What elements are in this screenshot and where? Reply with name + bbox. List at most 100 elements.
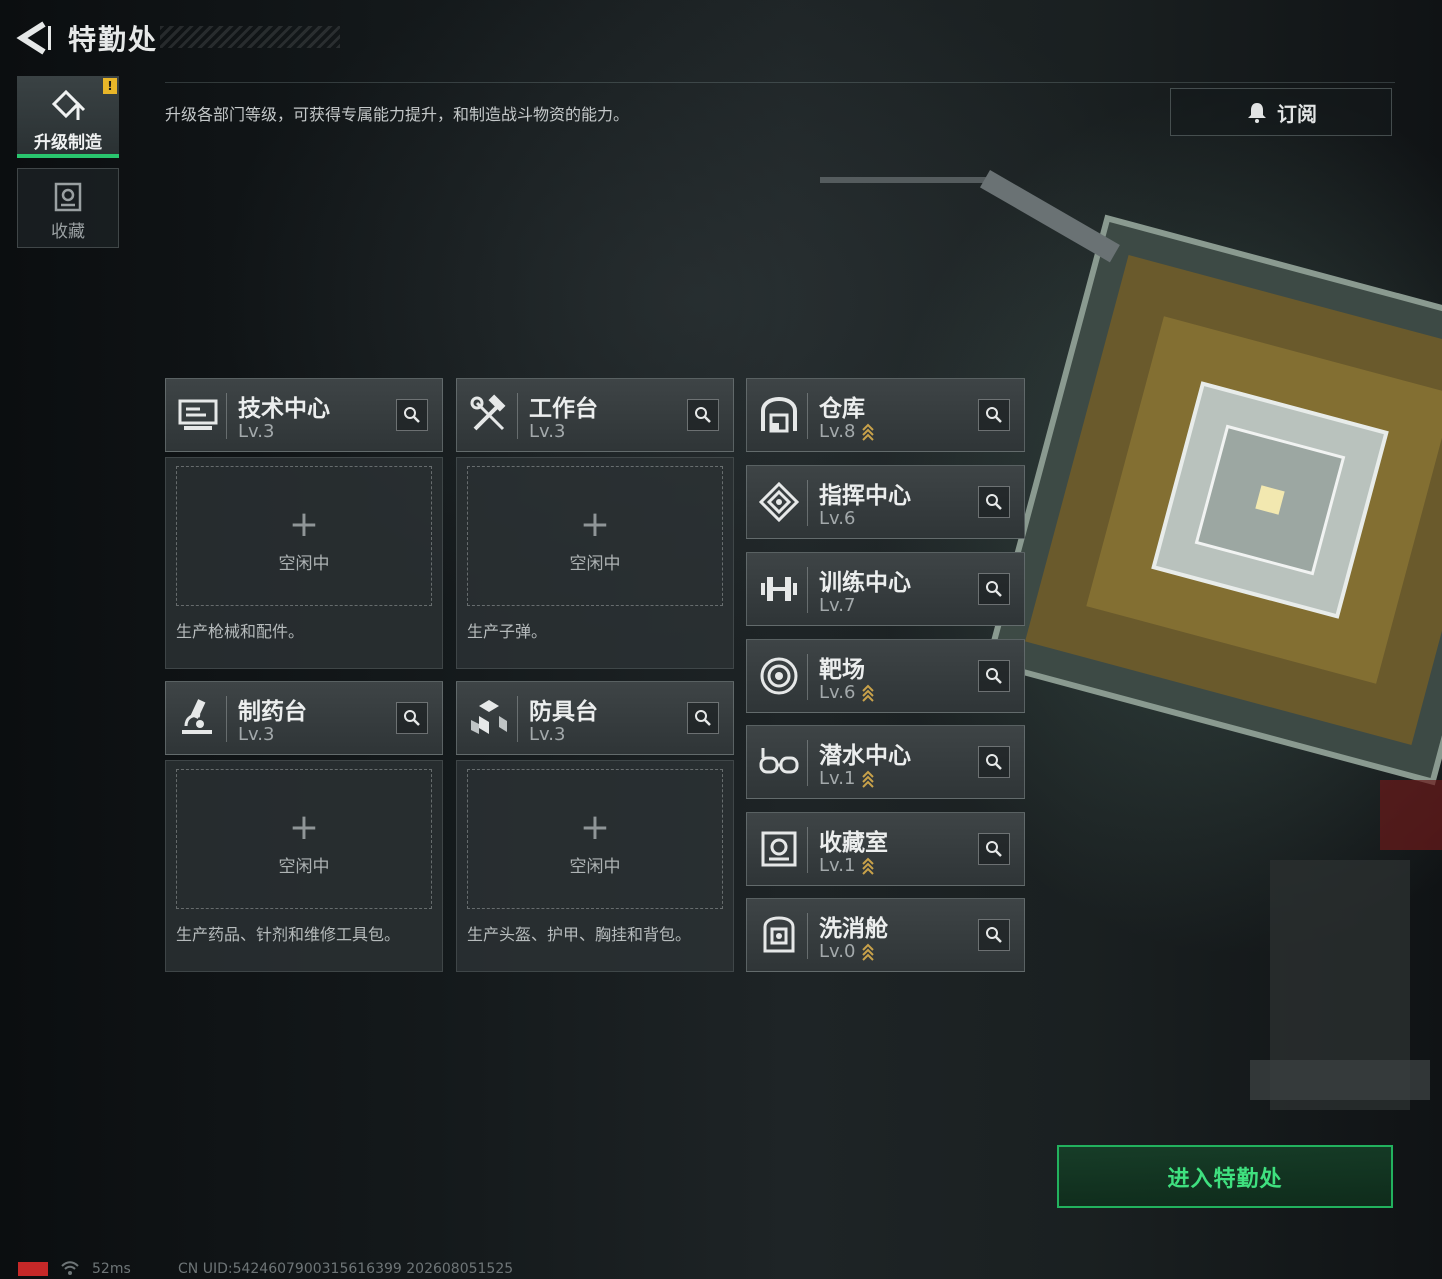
facility-level: Lv.1: [819, 768, 856, 789]
upgrade-icon: [51, 89, 86, 120]
facility-name: 制药台: [238, 699, 307, 725]
tools-icon: [470, 394, 506, 431]
facility-level: Lv.7: [819, 595, 856, 616]
facility-name: 工作台: [529, 396, 598, 422]
inspect-button[interactable]: [687, 399, 719, 431]
header-separator: [807, 393, 808, 439]
facility-header-tech-center[interactable]: 技术中心 Lv.3: [165, 378, 443, 452]
upgrade-arrows-icon: [862, 423, 875, 441]
target-icon: [760, 657, 798, 695]
header-separator: [807, 827, 808, 873]
user-uid: CN UID:5424607900315616399 202608051525: [178, 1261, 514, 1277]
inspect-button[interactable]: [978, 399, 1010, 431]
facility-header-pharmacy[interactable]: 制药台 Lv.3: [165, 681, 443, 755]
inspect-button[interactable]: [978, 660, 1010, 692]
facility-level: Lv.6: [819, 508, 856, 529]
monitor-icon: [178, 399, 218, 430]
inspect-button[interactable]: [978, 919, 1010, 951]
inspect-button[interactable]: [978, 486, 1010, 518]
notification-badge: !: [103, 78, 117, 94]
microscope-icon: [182, 699, 212, 734]
decontam-icon: [763, 916, 795, 953]
upgrade-arrows-icon: [862, 684, 875, 702]
search-icon: [695, 710, 711, 726]
plus-icon: +: [579, 807, 611, 848]
header-separator: [517, 696, 518, 742]
facility-header-workbench[interactable]: 工作台 Lv.3: [456, 378, 734, 452]
back-button[interactable]: [14, 18, 54, 58]
facility-shooting-range[interactable]: 靶场 Lv.6: [746, 639, 1025, 713]
plus-icon: +: [288, 807, 320, 848]
slot-status: 空闲中: [278, 857, 330, 877]
enter-button-label: 进入特勤处: [1167, 1166, 1283, 1192]
header-separator: [807, 740, 808, 786]
facility-description: 生产子弹。: [467, 622, 548, 641]
facility-name: 防具台: [529, 699, 598, 725]
facility-collection-room[interactable]: 收藏室 Lv.1: [746, 812, 1025, 886]
dive-goggles-icon: [759, 748, 799, 774]
divider: [165, 82, 1395, 83]
facility-name: 指挥中心: [819, 483, 911, 509]
sidebar-tab-upgrade[interactable]: ! 升级制造: [17, 76, 119, 158]
facility-name: 潜水中心: [819, 743, 911, 769]
facility-level: Lv.3: [238, 724, 275, 745]
level-row: Lv.0: [819, 941, 875, 962]
facility-decontamination-cabin[interactable]: 洗消舱 Lv.0: [746, 898, 1025, 972]
sidebar-tab-collection[interactable]: 收藏: [17, 168, 119, 248]
facility-name: 靶场: [819, 657, 865, 683]
facility-header-armor-bench[interactable]: 防具台 Lv.3: [456, 681, 734, 755]
production-slot-card: + 空闲中 生产枪械和配件。: [165, 457, 443, 669]
header-separator: [226, 393, 227, 439]
facility-level: Lv.1: [819, 855, 856, 876]
facility-training-center[interactable]: 训练中心 Lv.7: [746, 552, 1025, 626]
top-bar: 特勤处: [0, 0, 1442, 78]
search-icon: [404, 407, 420, 423]
production-slot[interactable]: + 空闲中: [467, 466, 723, 606]
facility-level: Lv.3: [238, 421, 275, 442]
slot-status: 空闲中: [569, 857, 621, 877]
subscribe-button[interactable]: 订阅: [1170, 88, 1392, 136]
upgrade-arrows-icon: [862, 770, 875, 788]
facility-level: Lv.3: [529, 724, 566, 745]
production-slot-card: + 空闲中 生产子弹。: [456, 457, 734, 669]
facility-description: 生产药品、针剂和维修工具包。: [176, 925, 401, 944]
search-icon: [695, 407, 711, 423]
production-slot[interactable]: + 空闲中: [176, 769, 432, 909]
armor-icon: [471, 700, 507, 734]
facility-description: 生产枪械和配件。: [176, 622, 305, 641]
production-slot-card: + 空闲中 生产头盔、护甲、胸挂和背包。: [456, 760, 734, 972]
header-separator: [807, 567, 808, 613]
facility-dive-center[interactable]: 潜水中心 Lv.1: [746, 725, 1025, 799]
ping-value: 52ms: [92, 1261, 131, 1277]
production-slot-card: + 空闲中 生产药品、针剂和维修工具包。: [165, 760, 443, 972]
inspect-button[interactable]: [978, 573, 1010, 605]
inspect-button[interactable]: [978, 746, 1010, 778]
enter-special-ops-button[interactable]: 进入特勤处: [1057, 1145, 1393, 1208]
facility-name: 训练中心: [819, 570, 911, 596]
search-icon: [404, 710, 420, 726]
facility-name: 技术中心: [238, 396, 330, 422]
facility-level: Lv.8: [819, 421, 856, 442]
inspect-button[interactable]: [396, 702, 428, 734]
dumbbell-icon: [761, 577, 797, 601]
battery-icon: [18, 1262, 48, 1276]
plus-icon: +: [579, 504, 611, 545]
facility-description: 生产头盔、护甲、胸挂和背包。: [467, 925, 692, 944]
header-separator: [807, 654, 808, 700]
header-separator: [517, 393, 518, 439]
subscribe-label: 订阅: [1277, 101, 1317, 126]
level-row: Lv.1: [819, 768, 875, 789]
header-separator: [807, 480, 808, 526]
search-icon: [986, 841, 1002, 857]
facility-level: Lv.3: [529, 421, 566, 442]
slot-status: 空闲中: [278, 554, 330, 574]
production-slot[interactable]: + 空闲中: [467, 769, 723, 909]
plus-icon: +: [288, 504, 320, 545]
inspect-button[interactable]: [396, 399, 428, 431]
facility-warehouse[interactable]: 仓库 Lv.8: [746, 378, 1025, 452]
production-slot[interactable]: + 空闲中: [176, 466, 432, 606]
facility-command-center[interactable]: 指挥中心 Lv.6: [746, 465, 1025, 539]
search-icon: [986, 581, 1002, 597]
inspect-button[interactable]: [978, 833, 1010, 865]
inspect-button[interactable]: [687, 702, 719, 734]
